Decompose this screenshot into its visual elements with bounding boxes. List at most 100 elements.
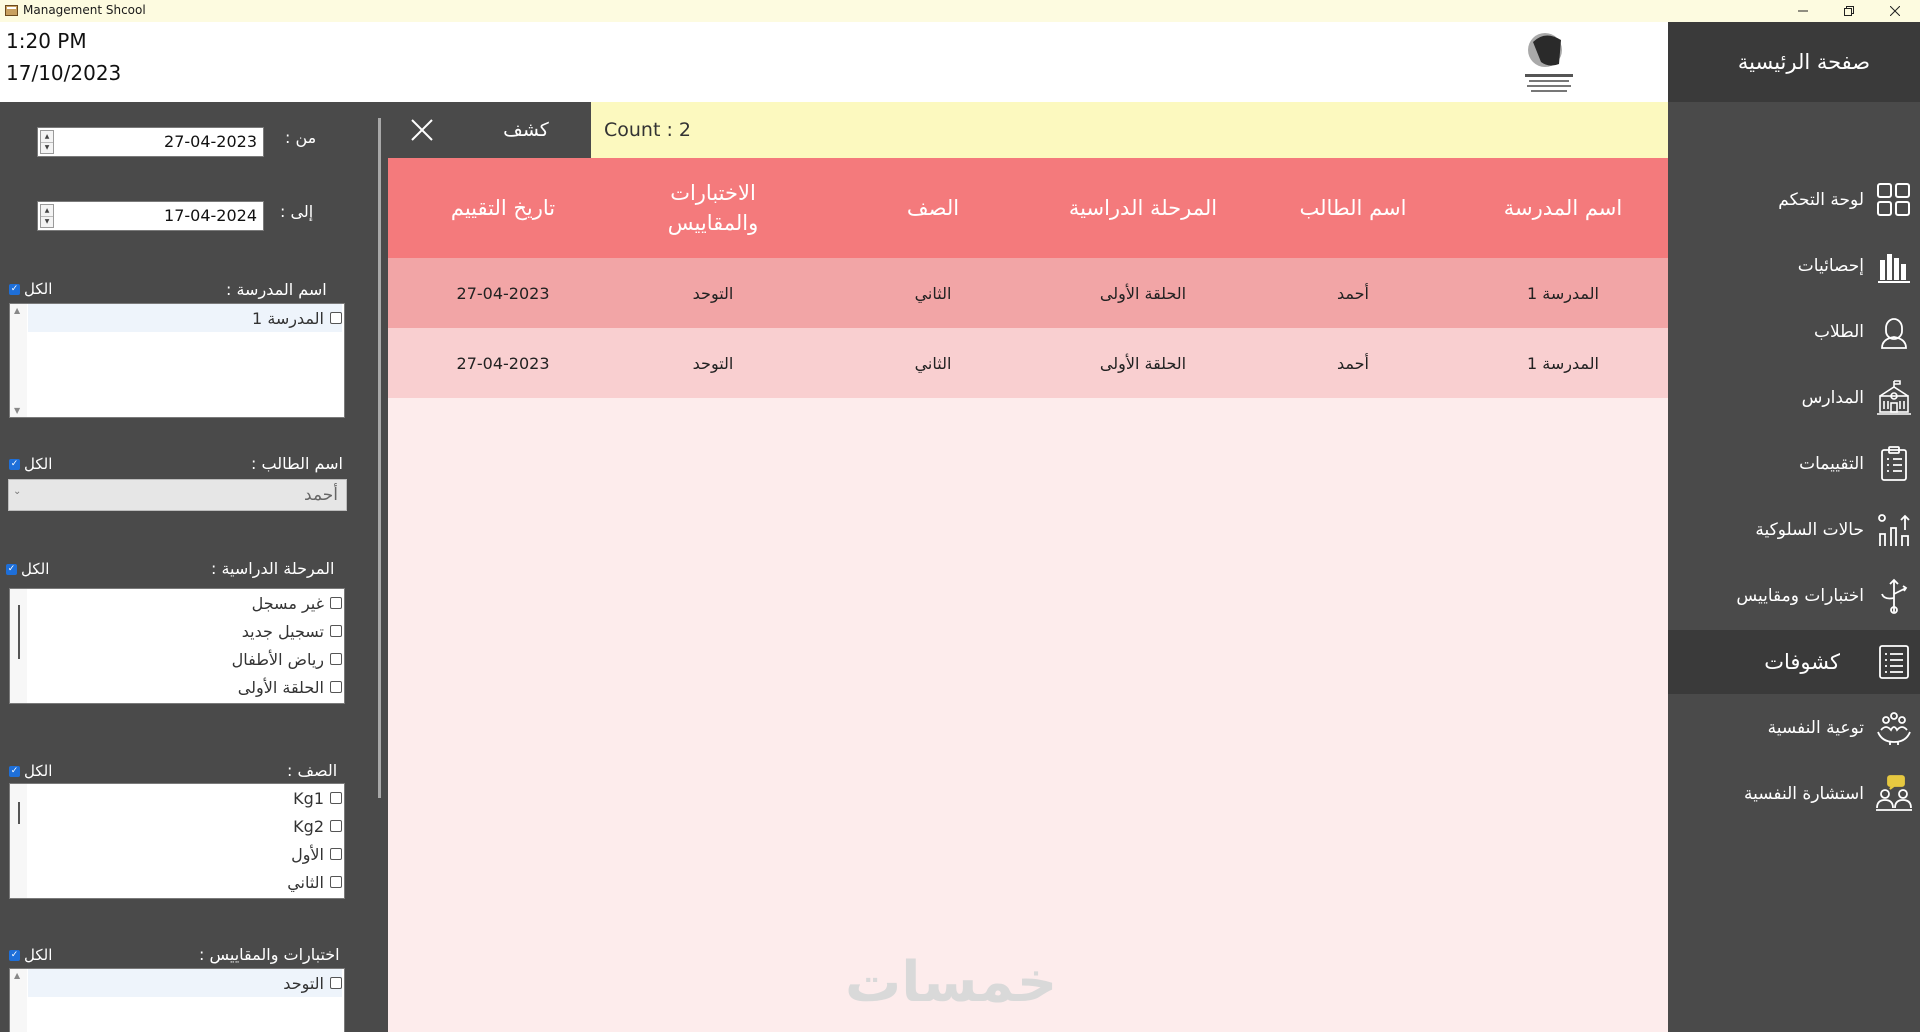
list-item[interactable]: رياض الأطفال <box>232 645 342 673</box>
behavior-icon <box>1878 514 1910 546</box>
student-icon <box>1881 318 1907 349</box>
list-item-label: الحلقة الأولى <box>237 677 324 697</box>
scroll-up-icon[interactable]: ▲ <box>14 971 20 980</box>
table-row[interactable]: المدرسة 1 أحمد الحلقة الأولى الثاني التو… <box>388 328 1668 398</box>
sidebar-item-psych-awareness[interactable]: توعية النفسية <box>1668 696 1920 760</box>
sidebar-item-label: التقييمات <box>1799 454 1864 474</box>
list-item-label: غير مسجل <box>251 593 324 613</box>
list-item[interactable]: Kg2 <box>293 812 342 840</box>
list-item[interactable]: Kg1 <box>293 784 342 812</box>
cell-school: المدرسة 1 <box>1527 353 1599 373</box>
scrollbar-thumb[interactable] <box>18 802 20 824</box>
list-item[interactable]: تسجيل جديد <box>242 617 342 645</box>
from-date-value: 27-04-2023 <box>164 132 257 151</box>
checkbox[interactable] <box>330 820 342 832</box>
listbox-scrollbar[interactable]: ▲ <box>10 969 27 1032</box>
column-header-school: اسم المدرسة <box>1503 196 1623 220</box>
sidebar-item-reports[interactable]: كشوفات <box>1668 630 1920 694</box>
scrollbar-thumb[interactable] <box>18 605 20 659</box>
tests-listbox[interactable]: ▲ التوحد <box>9 968 345 1032</box>
list-item[interactable]: التوحد <box>28 969 342 997</box>
bar-chart-icon <box>1878 254 1910 283</box>
spin-down-icon[interactable]: ▼ <box>41 217 53 228</box>
close-window-button[interactable] <box>1872 0 1918 22</box>
awareness-icon <box>1877 712 1911 745</box>
list-item[interactable]: الأول <box>291 840 342 868</box>
checkbox[interactable] <box>330 681 342 693</box>
app-window: Management Shcool 1:20 PM 17/10/2023 صفح… <box>0 0 1920 1032</box>
tests-all-checkbox[interactable]: ✓ الكل <box>9 946 52 964</box>
tests-icon <box>1881 578 1908 614</box>
title-bar: Management Shcool <box>0 0 1920 22</box>
stage-filter-label: المرحلة الدراسية : <box>211 559 335 578</box>
column-header-grade: الصف <box>906 196 960 220</box>
spin-up-icon[interactable]: ▲ <box>41 205 53 217</box>
filter-panel-scrollbar[interactable] <box>378 118 381 798</box>
all-label: الكل <box>24 946 53 964</box>
school-listbox[interactable]: ▲ ▼ المدرسة 1 <box>9 303 345 418</box>
table-row[interactable]: المدرسة 1 أحمد الحلقة الأولى الثاني التو… <box>388 258 1668 328</box>
list-item[interactable]: المدرسة 1 <box>28 304 342 332</box>
to-date-picker[interactable]: ▲ ▼ 17-04-2024 <box>37 201 264 231</box>
checkbox[interactable] <box>330 597 342 609</box>
listbox-scrollbar[interactable] <box>10 784 27 898</box>
to-date-spinner[interactable]: ▲ ▼ <box>40 204 54 228</box>
reveal-button[interactable]: كشف <box>476 102 576 158</box>
sidebar-item-behavior-cases[interactable]: حالات السلوكية <box>1668 498 1920 562</box>
scroll-down-icon[interactable]: ▼ <box>14 406 20 415</box>
cell-eval-date: 27-04-2023 <box>456 283 550 303</box>
stage-all-checkbox[interactable]: ✓ الكل <box>6 560 49 578</box>
close-icon <box>1890 6 1900 16</box>
list-item[interactable]: غير مسجل <box>252 589 342 617</box>
sidebar-item-dashboard[interactable]: لوحة التحكم <box>1668 168 1920 232</box>
stage-listbox[interactable]: غير مسجل تسجيل جديد رياض الأطفال الحلقة … <box>9 588 345 704</box>
nav-home-button[interactable]: صفحة الرئيسية <box>1668 22 1920 102</box>
grade-listbox[interactable]: Kg1 Kg2 الأول الثاني <box>9 783 345 899</box>
from-date-picker[interactable]: ▲ ▼ 27-04-2023 <box>37 127 264 157</box>
all-label: الكل <box>24 455 53 473</box>
checkbox[interactable] <box>330 653 342 665</box>
cell-grade: الثاني <box>914 283 952 303</box>
sidebar-item-psych-consultation[interactable]: استشارة النفسية <box>1668 762 1920 826</box>
sidebar-item-tests[interactable]: اختبارات ومقاييس <box>1668 564 1920 628</box>
from-date-spinner[interactable]: ▲ ▼ <box>40 130 54 154</box>
sidebar-item-schools[interactable]: المدارس <box>1668 366 1920 430</box>
restore-icon <box>1844 6 1854 16</box>
student-filter-label: اسم الطالب : <box>251 454 343 473</box>
sidebar-item-statistics[interactable]: إحصائيات <box>1668 234 1920 298</box>
checkbox[interactable] <box>330 625 342 637</box>
list-item[interactable]: الثاني <box>287 868 342 896</box>
sidebar-item-label: اختبارات ومقاييس <box>1736 586 1864 606</box>
sidebar-item-label: المدارس <box>1801 388 1864 408</box>
checkbox[interactable] <box>330 848 342 860</box>
school-filter-label: اسم المدرسة : <box>226 280 327 299</box>
listbox-scrollbar[interactable]: ▲ ▼ <box>10 304 27 417</box>
spin-up-icon[interactable]: ▲ <box>41 131 53 143</box>
close-report-icon[interactable] <box>408 116 436 144</box>
spin-down-icon[interactable]: ▼ <box>41 143 53 154</box>
grade-all-checkbox[interactable]: ✓ الكل <box>9 762 52 780</box>
checkbox[interactable] <box>330 792 342 804</box>
school-all-checkbox[interactable]: ✓ الكل <box>9 280 52 298</box>
cell-test: التوحد <box>692 353 734 373</box>
scroll-up-icon[interactable]: ▲ <box>14 306 20 315</box>
list-item-label: Kg2 <box>293 816 324 836</box>
list-item[interactable]: الحلقة الأولى <box>238 673 342 701</box>
chevron-down-icon[interactable]: ⌄ <box>13 486 21 497</box>
all-label: الكل <box>21 560 50 578</box>
sidebar-item-evaluations[interactable]: التقييمات <box>1668 432 1920 496</box>
checkbox[interactable] <box>330 876 342 888</box>
checkbox[interactable] <box>330 312 342 324</box>
minimize-button[interactable] <box>1780 0 1826 22</box>
student-combobox[interactable]: ⌄ أحمد <box>8 479 347 511</box>
student-all-checkbox[interactable]: ✓ الكل <box>9 455 52 473</box>
to-label: إلى : <box>280 202 314 221</box>
all-label: الكل <box>24 762 53 780</box>
restore-button[interactable] <box>1826 0 1872 22</box>
cell-student: أحمد <box>1337 283 1369 303</box>
sidebar-item-students[interactable]: الطلاب <box>1668 300 1920 364</box>
cell-school: المدرسة 1 <box>1527 283 1599 303</box>
school-building-icon <box>1877 380 1911 415</box>
listbox-scrollbar[interactable] <box>10 589 27 703</box>
checkbox[interactable] <box>330 977 342 989</box>
